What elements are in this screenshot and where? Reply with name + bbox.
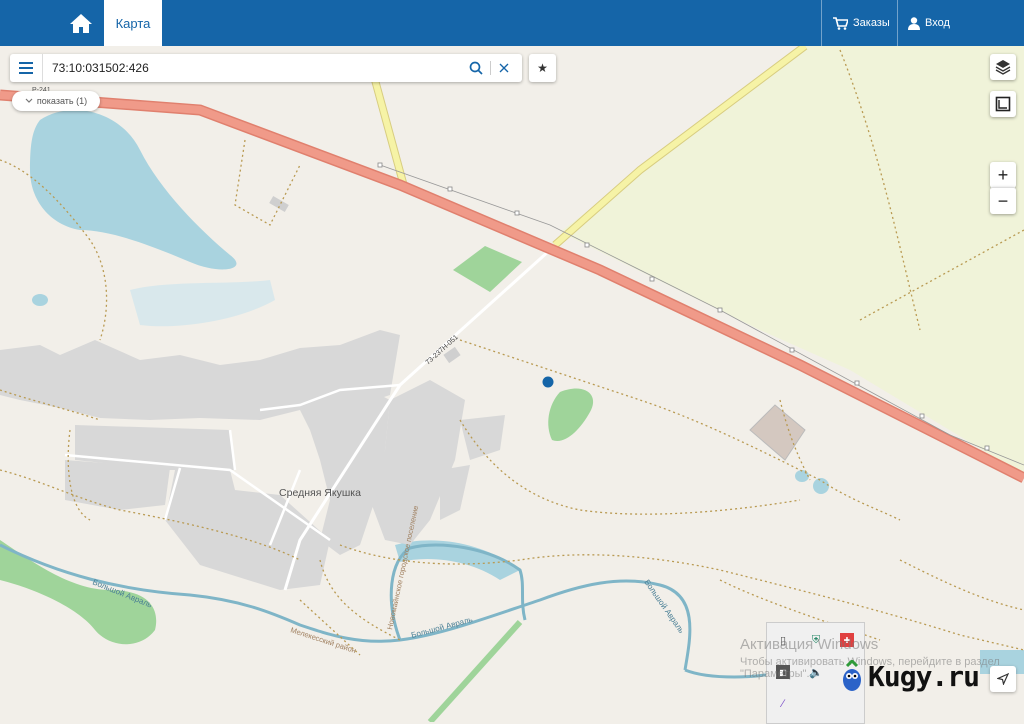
layers-button[interactable] xyxy=(990,54,1016,80)
map-canvas[interactable]: Средняя Якушка Р-241 73-237Н-051 Большой… xyxy=(0,46,1024,722)
pen-icon[interactable]: ∕ xyxy=(776,697,790,711)
layers-icon xyxy=(995,60,1011,75)
home-button[interactable] xyxy=(58,0,104,46)
orders-button[interactable]: Заказы xyxy=(833,0,890,46)
search-icon xyxy=(469,61,483,75)
clear-button[interactable] xyxy=(492,54,516,82)
show-results-toggle[interactable]: показать (1) xyxy=(12,91,100,111)
show-results-label: показать (1) xyxy=(36,96,88,106)
divider xyxy=(897,0,898,46)
search-button[interactable] xyxy=(464,54,488,82)
ruler-button[interactable] xyxy=(990,91,1016,117)
brand-text: Kugy.ru xyxy=(868,659,980,693)
pond xyxy=(813,478,829,494)
parcel-marker[interactable] xyxy=(542,376,554,388)
mascot-icon xyxy=(843,660,861,691)
divider xyxy=(821,0,822,46)
orders-label: Заказы xyxy=(853,17,890,29)
menu-button[interactable] xyxy=(10,54,43,82)
pond xyxy=(32,294,48,306)
settlement-label: Средняя Якушка xyxy=(279,487,361,499)
zoom-in-button[interactable]: + xyxy=(990,162,1016,188)
star-icon: ★ xyxy=(537,61,548,75)
geolocate-button[interactable] xyxy=(990,666,1016,692)
hamburger-icon xyxy=(19,62,33,74)
chevron-down-icon xyxy=(25,98,33,103)
favorites-button[interactable]: ★ xyxy=(529,54,556,82)
kugy-logo: Kugy.ru xyxy=(840,656,980,696)
home-icon xyxy=(70,14,92,33)
cart-icon xyxy=(833,16,848,30)
login-label: Вход xyxy=(925,17,950,29)
ruler-icon xyxy=(995,96,1011,112)
windows-activation-title: Активация Windows xyxy=(740,636,879,653)
zoom-out-button[interactable]: − xyxy=(990,187,1016,214)
divider xyxy=(490,61,491,75)
search-panel: 73:10:031502:426 xyxy=(10,54,522,82)
search-input[interactable]: 73:10:031502:426 xyxy=(52,54,149,82)
top-navigation-bar: Карта Заказы Вход xyxy=(0,0,1024,46)
navigate-icon xyxy=(997,673,1009,685)
user-icon xyxy=(908,16,920,30)
tab-map[interactable]: Карта xyxy=(104,0,162,46)
pond xyxy=(795,470,809,482)
login-button[interactable]: Вход xyxy=(908,0,950,46)
close-icon xyxy=(499,63,509,73)
